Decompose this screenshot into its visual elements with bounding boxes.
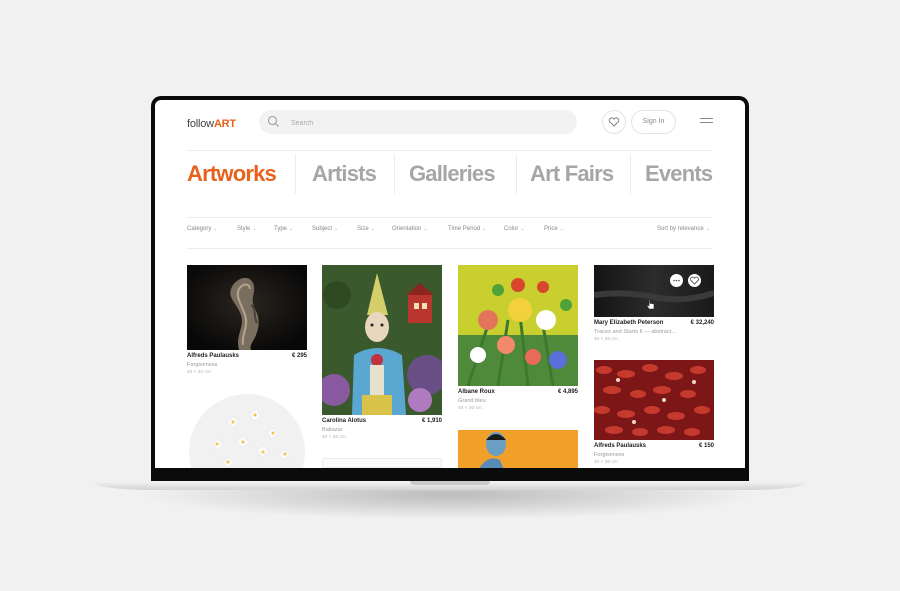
artwork-price: € 1,910 [421, 418, 442, 424]
artwork-title[interactable]: Forgiveness [187, 361, 307, 369]
artwork-artist[interactable]: Alfreds Paulausks [594, 443, 646, 449]
artwork-portrait [322, 265, 442, 415]
artwork-red-pattern [594, 360, 714, 440]
divider [187, 217, 713, 218]
artwork-price: € 295 [291, 353, 307, 359]
divider [187, 150, 713, 151]
sort-dropdown[interactable]: Sort by relevance ⌄ [657, 226, 710, 232]
search-input[interactable] [289, 115, 563, 131]
favorites-button[interactable] [602, 110, 626, 134]
artwork-flowers-plate [189, 394, 305, 468]
artwork-meta: Alfreds Paulausks € 295 Forgiveness 40 × … [187, 353, 307, 376]
artwork-meta: Carolina Alotus € 1,910 Baltazar 40 × 30 … [322, 418, 442, 441]
artwork-artist[interactable]: Albane Roux [458, 389, 495, 395]
heart-icon [608, 117, 620, 127]
filter-style[interactable]: Style ⌄ [237, 226, 257, 232]
artwork-figure [458, 430, 578, 468]
artwork-title[interactable]: Grand bleu [458, 397, 578, 405]
cursor-hand-icon [646, 299, 655, 310]
filter-size[interactable]: Size ⌄ [357, 226, 375, 232]
category-tabs: Artworks Artists Galleries Art Fairs Eve… [187, 154, 713, 194]
artwork-title[interactable]: Baltazar [322, 426, 442, 434]
artwork-meta: Mary Elizabeth Peterson € 32,240 Traces a… [594, 320, 714, 343]
filter-bar: Category ⌄ Style ⌄ Type ⌄ Subject ⌄ Size ⌄ Or… [187, 226, 713, 236]
divider [187, 248, 713, 249]
chevron-down-icon: ⌄ [289, 226, 294, 232]
artwork-image[interactable] [458, 265, 578, 386]
artwork-meta: Alfreds Paulausks € 150 Forgiveness 40 × … [594, 443, 714, 466]
chevron-down-icon: ⌄ [705, 226, 710, 232]
filter-subject[interactable]: Subject ⌄ [312, 226, 338, 232]
artwork-title[interactable]: Forgiveness [594, 451, 714, 459]
browser-screen: followART Sign In Artworks Artists Galle… [155, 100, 745, 468]
chevron-down-icon: ⌄ [252, 226, 257, 232]
more-icon [673, 279, 680, 282]
artwork-title[interactable]: Traces and Starts II — abstract... [594, 328, 714, 336]
tab-divider [394, 154, 395, 194]
artwork-price: € 150 [698, 443, 714, 449]
artwork-size: 40 × 30 cm [594, 337, 618, 342]
chevron-down-icon: ⌄ [334, 226, 339, 232]
artwork-artist[interactable]: Mary Elizabeth Peterson [594, 320, 663, 326]
filter-orientation[interactable]: Orientation ⌄ [392, 226, 428, 232]
artwork-image[interactable] [458, 430, 578, 468]
artwork-meta: Albane Roux € 4,895 Grand bleu 40 × 30 cm [458, 389, 578, 412]
site-logo[interactable]: followART [187, 118, 236, 130]
tab-events[interactable]: Events [645, 154, 713, 194]
tab-art-fairs[interactable]: Art Fairs [530, 154, 614, 194]
filter-price[interactable]: Price ⌄ [544, 226, 564, 232]
sign-in-button[interactable]: Sign In [631, 110, 676, 134]
artwork-image[interactable] [594, 265, 714, 317]
favorite-artwork-button[interactable] [688, 274, 701, 287]
artwork-size: 40 × 30 cm [458, 406, 482, 411]
tab-divider [630, 154, 631, 194]
artwork-artist[interactable]: Alfreds Paulausks [187, 353, 239, 359]
laptop-notch [410, 481, 490, 485]
artwork-artist[interactable]: Carolina Alotus [322, 418, 366, 424]
filter-category[interactable]: Category ⌄ [187, 226, 218, 232]
artwork-flowers [458, 265, 578, 386]
more-options-button[interactable] [670, 274, 683, 287]
artwork-size: 40 × 30 cm [187, 370, 211, 375]
artwork-image[interactable] [322, 458, 442, 468]
laptop-frame: followART Sign In Artworks Artists Galle… [151, 96, 749, 482]
artwork-image[interactable] [187, 392, 307, 468]
chevron-down-icon: ⌄ [482, 226, 487, 232]
filter-time-period[interactable]: Time Period ⌄ [448, 226, 486, 232]
artwork-price: € 32,240 [690, 320, 714, 326]
chevron-down-icon: ⌄ [370, 226, 375, 232]
artwork-sculpture [187, 265, 307, 350]
logo-prefix: follow [187, 118, 214, 130]
chevron-down-icon: ⌄ [423, 226, 428, 232]
tab-artists[interactable]: Artists [312, 154, 377, 194]
tab-artworks[interactable]: Artworks [187, 154, 277, 194]
chevron-down-icon: ⌄ [213, 226, 218, 232]
artwork-size: 40 × 30 cm [322, 435, 346, 440]
artwork-size: 40 × 30 cm [594, 460, 618, 465]
artwork-image[interactable] [322, 265, 442, 415]
chevron-down-icon: ⌄ [520, 226, 525, 232]
heart-icon [690, 276, 699, 285]
search-icon [267, 115, 279, 127]
logo-accent: ART [213, 118, 236, 130]
artwork-price: € 4,895 [557, 389, 578, 395]
tab-divider [295, 154, 296, 194]
chevron-down-icon: ⌄ [559, 226, 564, 232]
tab-divider [516, 154, 517, 194]
menu-icon[interactable] [700, 118, 713, 126]
filter-color[interactable]: Color ⌄ [504, 226, 525, 232]
tab-galleries[interactable]: Galleries [409, 154, 496, 194]
artwork-image[interactable] [187, 265, 307, 350]
artwork-image[interactable] [594, 360, 714, 440]
filter-type[interactable]: Type ⌄ [274, 226, 293, 232]
search-bar[interactable] [259, 110, 577, 134]
